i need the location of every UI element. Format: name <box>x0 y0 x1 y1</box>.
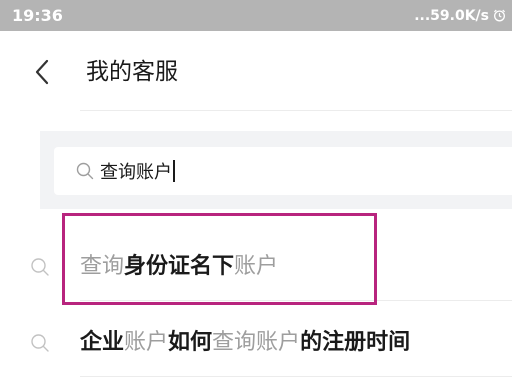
suggestion-item[interactable]: 企业账户如何查询账户的注册时间 <box>0 316 512 372</box>
search-icon <box>31 334 49 352</box>
suggestion-item[interactable]: 查询身份证名下账户 <box>0 240 512 296</box>
search-value: 查询账户 <box>100 162 172 183</box>
text-segment: 如何 <box>168 330 213 355</box>
divider <box>80 376 512 377</box>
match-segment: 账户 <box>234 254 279 279</box>
search-input[interactable]: 查询账户 <box>54 147 512 195</box>
suggestion-text: 企业账户如何查询账户的注册时间 <box>80 328 410 358</box>
chevron-left-icon[interactable] <box>32 58 52 86</box>
search-icon <box>76 162 94 180</box>
divider <box>80 110 512 111</box>
match-segment: 查询账户 <box>212 330 301 355</box>
status-time: 19:36 <box>12 6 63 25</box>
network-speed: ...59.0K/s <box>414 7 489 24</box>
alarm-icon <box>493 9 506 22</box>
match-segment: 查询 <box>80 254 125 279</box>
text-segment: 企业 <box>80 330 125 355</box>
text-caret <box>173 160 175 182</box>
title-bar: 我的客服 <box>0 44 512 100</box>
divider <box>80 300 512 301</box>
search-icon <box>31 258 49 276</box>
status-bar: 19:36 ...59.0K/s <box>0 0 512 31</box>
status-right: ...59.0K/s <box>414 8 506 24</box>
match-segment: 账户 <box>124 330 169 355</box>
text-segment: 身份证名下 <box>124 254 235 279</box>
text-segment: 的注册时间 <box>300 330 411 355</box>
page-title: 我的客服 <box>86 59 178 85</box>
suggestion-text: 查询身份证名下账户 <box>80 252 278 282</box>
